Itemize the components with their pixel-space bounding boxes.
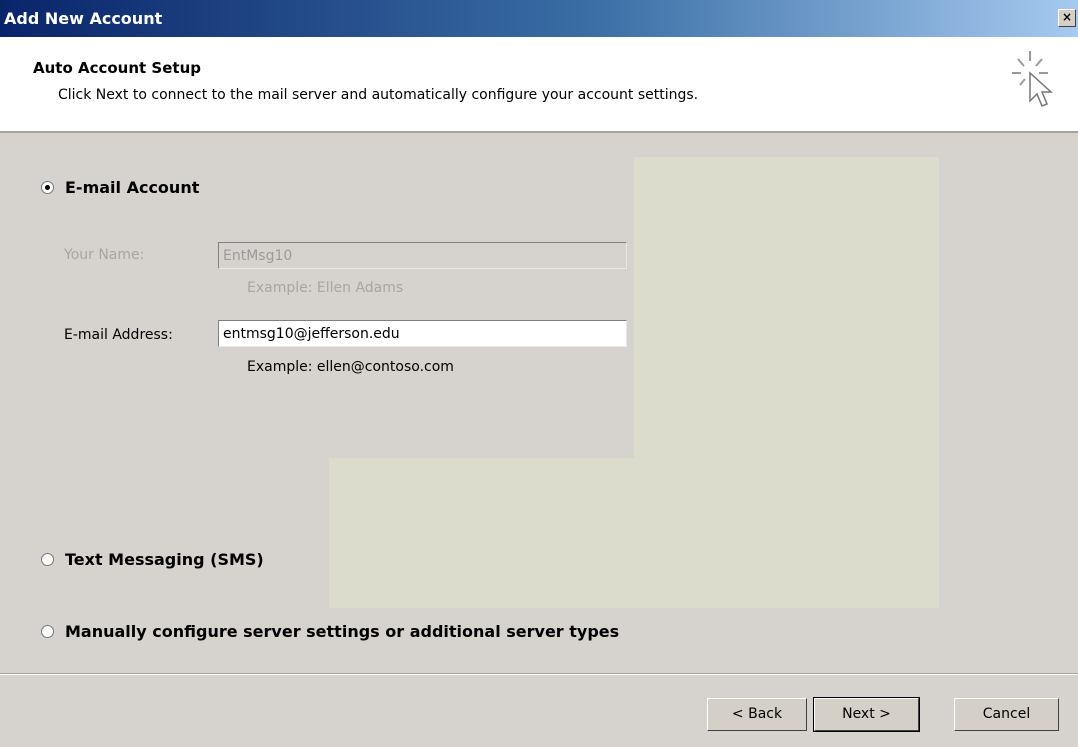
email-address-example: Example: ellen@contoso.com [247,359,454,375]
overlay-block-upper [634,157,939,608]
header-title: Auto Account Setup [33,59,201,77]
your-name-field[interactable] [218,242,627,269]
your-name-example: Example: Ellen Adams [247,280,404,296]
manual-config-label[interactable]: Manually configure server settings or ad… [65,622,619,641]
back-button[interactable]: < Back [707,698,807,731]
footer-divider [0,673,1078,675]
email-address-field[interactable] [218,320,627,347]
manual-config-radio[interactable] [41,625,54,638]
email-account-label[interactable]: E-mail Account [65,178,199,197]
text-messaging-radio[interactable] [41,553,54,566]
close-button[interactable]: × [1058,9,1076,27]
wizard-header: Auto Account Setup Click Next to connect… [0,37,1078,133]
email-account-radio[interactable] [41,181,54,194]
window-title: Add New Account [4,9,163,28]
your-name-label: Your Name: [64,247,145,263]
title-bar: Add New Account × [0,0,1078,37]
cancel-button[interactable]: Cancel [954,698,1059,731]
overlay-block-lower [329,458,634,608]
header-subtitle: Click Next to connect to the mail server… [58,87,699,103]
next-button[interactable]: Next > [813,697,920,732]
email-address-label: E-mail Address: [64,327,173,343]
text-messaging-label[interactable]: Text Messaging (SMS) [65,550,264,569]
wizard-cursor-icon [1012,51,1053,107]
